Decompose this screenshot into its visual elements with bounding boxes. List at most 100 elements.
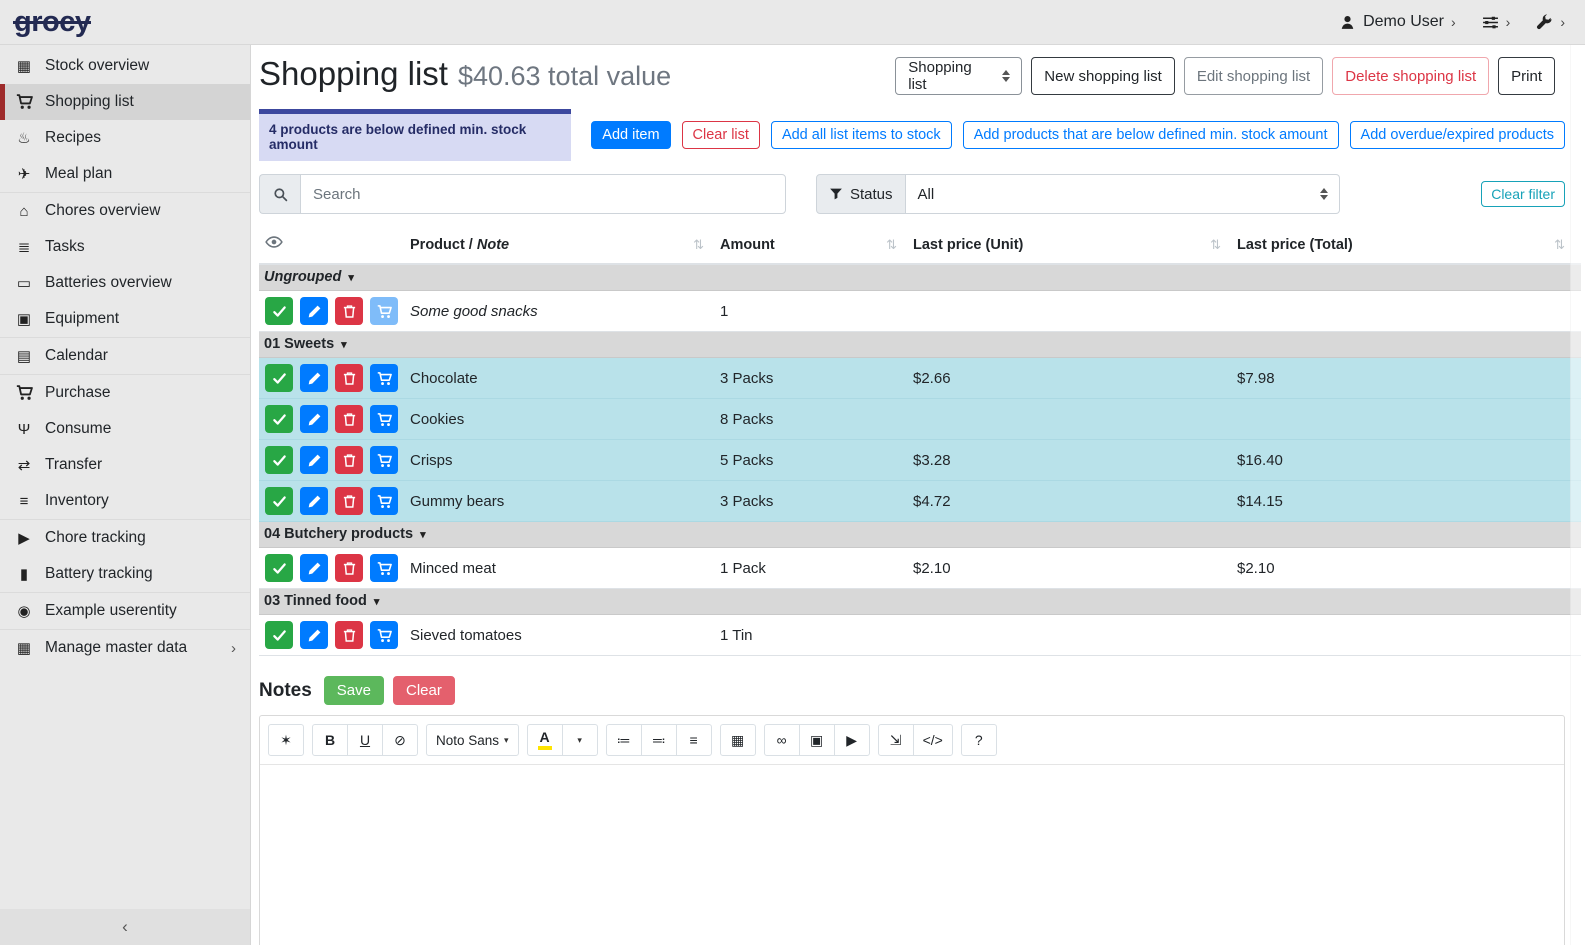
sidebar-item-recipes[interactable]: ♨ Recipes xyxy=(0,120,250,156)
add-to-stock-button[interactable] xyxy=(370,621,398,649)
edit-button[interactable] xyxy=(300,621,328,649)
sidebar-item-meal-plan[interactable]: ✈ Meal plan xyxy=(0,156,250,192)
add-to-stock-button[interactable] xyxy=(370,405,398,433)
done-button[interactable] xyxy=(265,621,293,649)
add-below-min-stock-button[interactable]: Add products that are below defined min.… xyxy=(963,121,1339,149)
sidebar-item-inventory[interactable]: ≡ Inventory xyxy=(0,483,250,519)
delete-button[interactable] xyxy=(335,446,363,474)
clear-list-button[interactable]: Clear list xyxy=(682,121,760,149)
sidebar-item-calendar[interactable]: ▤ Calendar xyxy=(0,337,250,374)
user-menu[interactable]: Demo User › xyxy=(1339,13,1456,31)
underline-button[interactable]: U xyxy=(347,724,383,756)
font-family-button[interactable]: Noto Sans ▾ xyxy=(426,724,519,756)
column-amount[interactable]: Amount ⇅ xyxy=(720,237,913,253)
sidebar-item-manage-master-data[interactable]: ▦ Manage master data › xyxy=(0,629,250,666)
edit-shopping-list-button[interactable]: Edit shopping list xyxy=(1184,57,1323,95)
help-button[interactable]: ? xyxy=(961,724,997,756)
font-color-dropdown-button[interactable]: ▾ xyxy=(562,724,598,756)
sidebar-item-chores-overview[interactable]: ⌂ Chores overview xyxy=(0,192,250,229)
add-to-stock-button[interactable] xyxy=(370,297,398,325)
magic-style-button[interactable]: ✶ xyxy=(268,724,304,756)
sidebar: ▦ Stock overview Shopping list ♨ Recipes… xyxy=(0,45,250,945)
edit-button[interactable] xyxy=(300,405,328,433)
codeview-button[interactable]: </> xyxy=(913,724,953,756)
add-to-stock-button[interactable] xyxy=(370,364,398,392)
fullscreen-button[interactable]: ⇲ xyxy=(878,724,914,756)
edit-button[interactable] xyxy=(300,364,328,392)
done-button[interactable] xyxy=(265,487,293,515)
group-row-ungrouped[interactable]: Ungrouped ▾ xyxy=(259,265,1581,291)
delete-button[interactable] xyxy=(335,487,363,515)
ordered-list-button[interactable]: ≕ xyxy=(641,724,677,756)
sidebar-item-stock-overview[interactable]: ▦ Stock overview xyxy=(0,48,250,84)
shopping-list-select[interactable]: Shopping list xyxy=(895,57,1022,95)
edit-button[interactable] xyxy=(300,554,328,582)
new-shopping-list-button[interactable]: New shopping list xyxy=(1031,57,1175,95)
unordered-list-button[interactable]: ≔ xyxy=(606,724,642,756)
sidebar-item-battery-tracking[interactable]: ▮ Battery tracking xyxy=(0,556,250,592)
visibility-toggle[interactable] xyxy=(259,233,410,256)
sidebar-item-equipment[interactable]: ▣ Equipment xyxy=(0,301,250,337)
video-button[interactable]: ▶ xyxy=(834,724,870,756)
done-button[interactable] xyxy=(265,297,293,325)
scrollbar[interactable] xyxy=(1570,45,1585,945)
below-min-stock-alert[interactable]: 4 products are below defined min. stock … xyxy=(259,109,571,161)
grocy-logo[interactable]: grocy xyxy=(14,8,90,37)
edit-button[interactable] xyxy=(300,446,328,474)
add-item-button[interactable]: Add item xyxy=(591,121,670,149)
clear-filter-button[interactable]: Clear filter xyxy=(1481,181,1565,207)
sidebar-item-chore-tracking[interactable]: ▶ Chore tracking xyxy=(0,519,250,556)
bold-button[interactable]: B xyxy=(312,724,348,756)
delete-shopping-list-button[interactable]: Delete shopping list xyxy=(1332,57,1489,95)
sidebar-item-example-userentity[interactable]: ◉ Example userentity xyxy=(0,592,250,629)
group-row-sweets[interactable]: 01 Sweets ▾ xyxy=(259,332,1581,358)
battery-icon: ▭ xyxy=(14,274,34,292)
picture-button[interactable]: ▣ xyxy=(799,724,835,756)
notes-editor-area[interactable] xyxy=(260,765,1564,945)
delete-button[interactable] xyxy=(335,297,363,325)
delete-button[interactable] xyxy=(335,621,363,649)
column-product-note[interactable]: Product / Note ⇅ xyxy=(410,237,720,253)
add-all-to-stock-button[interactable]: Add all list items to stock xyxy=(771,121,952,149)
sidebar-item-shopping-list[interactable]: Shopping list xyxy=(0,84,250,120)
sort-icon: ⇅ xyxy=(1554,237,1565,253)
sidebar-item-purchase[interactable]: Purchase xyxy=(0,374,250,411)
add-to-stock-button[interactable] xyxy=(370,446,398,474)
add-to-stock-button[interactable] xyxy=(370,554,398,582)
sidebar-item-consume[interactable]: Ψ Consume xyxy=(0,411,250,447)
print-button[interactable]: Print xyxy=(1498,57,1555,95)
add-overdue-button[interactable]: Add overdue/expired products xyxy=(1350,121,1565,149)
notes-clear-button[interactable]: Clear xyxy=(393,676,455,705)
group-row-butchery[interactable]: 04 Butchery products ▾ xyxy=(259,522,1581,548)
search-input[interactable] xyxy=(300,174,786,214)
delete-button[interactable] xyxy=(335,554,363,582)
status-select[interactable]: All xyxy=(906,174,1340,214)
status-filter-group: Status All xyxy=(816,174,1340,214)
sidebar-item-transfer[interactable]: ⇄ Transfer xyxy=(0,447,250,483)
column-last-price-unit[interactable]: Last price (Unit) ⇅ xyxy=(913,237,1237,253)
admin-menu[interactable]: › xyxy=(1536,14,1565,31)
add-to-stock-button[interactable] xyxy=(370,487,398,515)
notes-save-button[interactable]: Save xyxy=(324,676,384,705)
table-button[interactable]: ▦ xyxy=(720,724,756,756)
done-button[interactable] xyxy=(265,364,293,392)
sidebar-item-tasks[interactable]: ≣ Tasks xyxy=(0,229,250,265)
delete-button[interactable] xyxy=(335,364,363,392)
settings-menu[interactable]: › xyxy=(1482,14,1511,31)
font-color-button[interactable]: A xyxy=(527,724,563,756)
done-button[interactable] xyxy=(265,446,293,474)
done-button[interactable] xyxy=(265,405,293,433)
edit-button[interactable] xyxy=(300,297,328,325)
edit-button[interactable] xyxy=(300,487,328,515)
group-row-tinned-food[interactable]: 03 Tinned food ▾ xyxy=(259,589,1581,615)
delete-button[interactable] xyxy=(335,405,363,433)
clear-formatting-button[interactable]: ⊘ xyxy=(382,724,418,756)
column-last-price-total[interactable]: Last price (Total) ⇅ xyxy=(1237,237,1581,253)
sidebar-item-batteries-overview[interactable]: ▭ Batteries overview xyxy=(0,265,250,301)
status-filter-button[interactable]: Status xyxy=(816,174,906,214)
link-button[interactable]: ∞ xyxy=(764,724,800,756)
paragraph-button[interactable]: ≡ xyxy=(676,724,712,756)
sidebar-collapse-button[interactable]: ‹ xyxy=(0,909,250,945)
circle-icon: ◉ xyxy=(14,602,34,620)
done-button[interactable] xyxy=(265,554,293,582)
